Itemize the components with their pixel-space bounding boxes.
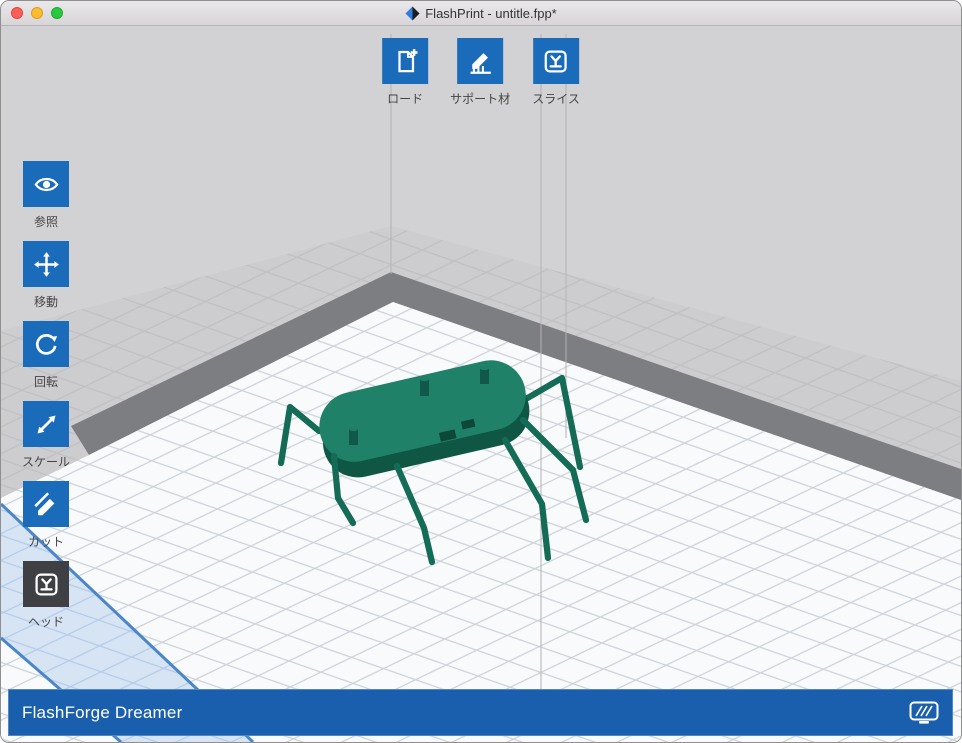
toolbar-item-slice: スライス xyxy=(532,38,580,107)
load-label: ロード xyxy=(387,92,424,106)
sidebar-item-move: 移動 xyxy=(22,241,70,310)
machine-panel-button[interactable] xyxy=(907,699,941,727)
sidebar: 参照 移動 回転 スケール カット ヘッド xyxy=(22,161,70,630)
scale-icon xyxy=(37,415,55,433)
scale-button[interactable] xyxy=(23,401,69,447)
slice-button[interactable] xyxy=(533,38,579,84)
window-title: FlashPrint - untitle.fpp* xyxy=(425,5,557,21)
rotate-button[interactable] xyxy=(23,321,69,367)
slice-label: スライス xyxy=(532,92,580,106)
support-button[interactable] xyxy=(457,38,504,84)
view-button[interactable] xyxy=(23,161,69,207)
window-title-group: FlashPrint - untitle.fpp* xyxy=(405,6,557,21)
cut-button[interactable] xyxy=(23,481,69,527)
rotate-icon xyxy=(35,333,57,355)
head-icon xyxy=(34,572,58,596)
view-label: 参照 xyxy=(34,215,59,229)
titlebar[interactable]: FlashPrint - untitle.fpp* xyxy=(1,1,961,26)
viewport-3d[interactable]: ロード サポート材 スライス 参照 移動 回転 スケール カット ヘッド Fla… xyxy=(1,26,961,742)
toolbar-item-load: ロード xyxy=(382,38,429,107)
head-label: ヘッド xyxy=(28,615,65,629)
move-icon xyxy=(33,251,59,277)
sidebar-item-rotate: 回転 xyxy=(22,321,70,390)
cut-label: カット xyxy=(28,535,65,549)
toolbar-item-support: サポート材 xyxy=(450,38,510,107)
toolbar: ロード サポート材 スライス xyxy=(382,38,580,107)
flashprint-window: FlashPrint - untitle.fpp* ロード サポート材 スライス… xyxy=(0,0,962,743)
sidebar-item-scale: スケール xyxy=(22,401,70,470)
sidebar-item-view: 参照 xyxy=(22,161,70,230)
move-label: 移動 xyxy=(34,295,59,309)
sidebar-item-cut: カット xyxy=(22,481,70,550)
sidebar-item-head: ヘッド xyxy=(22,561,70,630)
rotate-label: 回転 xyxy=(34,375,59,389)
move-button[interactable] xyxy=(23,241,69,287)
load-button[interactable] xyxy=(382,38,429,84)
traffic-lights xyxy=(11,1,63,25)
support-label: サポート材 xyxy=(450,92,511,106)
cut-icon xyxy=(33,491,54,515)
slice-icon xyxy=(544,49,568,73)
support-material-icon xyxy=(470,52,491,74)
flashprint-logo-icon xyxy=(405,5,420,21)
printer-name: FlashForge Dreamer xyxy=(22,702,183,722)
printer-panel-icon xyxy=(909,701,939,724)
scene-3d xyxy=(1,26,961,742)
head-button[interactable] xyxy=(23,561,69,607)
zoom-button[interactable] xyxy=(51,7,63,19)
close-button[interactable] xyxy=(11,7,23,19)
load-icon xyxy=(397,48,417,72)
scale-label: スケール xyxy=(22,455,71,469)
statusbar: FlashForge Dreamer xyxy=(8,689,953,736)
minimize-button[interactable] xyxy=(31,7,43,19)
eye-icon xyxy=(33,177,59,191)
